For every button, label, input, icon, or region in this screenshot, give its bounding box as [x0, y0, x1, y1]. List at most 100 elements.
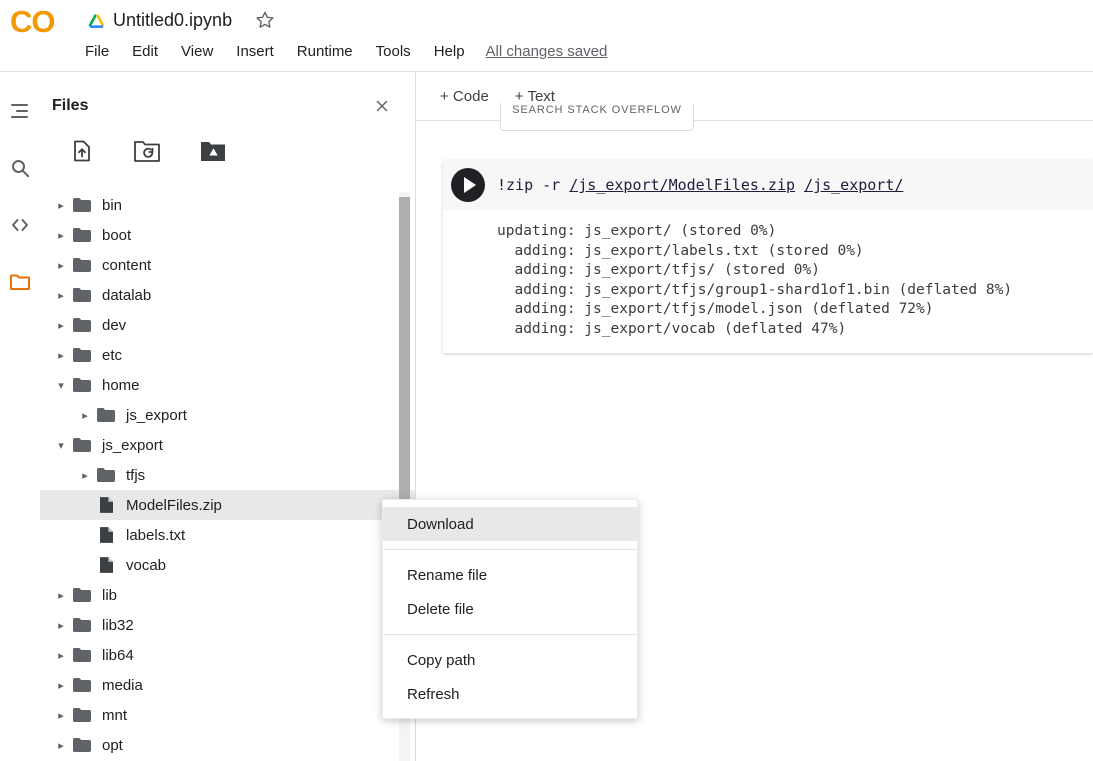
table-of-contents-icon[interactable]: [8, 99, 32, 123]
chevron-right-icon[interactable]: ▸: [50, 739, 72, 752]
star-outline-icon[interactable]: [254, 9, 276, 31]
folder-icon: [72, 345, 92, 365]
folder-icon: [72, 375, 92, 395]
chevron-right-icon[interactable]: ▸: [50, 709, 72, 722]
tree-item-content[interactable]: ▸ content: [40, 250, 415, 280]
colab-logo[interactable]: CO: [10, 4, 55, 40]
tree-item-lib64[interactable]: ▸ lib64: [40, 640, 415, 670]
output-line: adding: js_export/tfjs/model.json (defla…: [497, 300, 1093, 320]
chevron-right-icon[interactable]: ▸: [50, 289, 72, 302]
code-line: !zip -r /js_export/ModelFiles.zip /js_ex…: [497, 176, 903, 194]
context-menu-item-download[interactable]: Download: [383, 507, 637, 541]
chevron-right-icon[interactable]: ▸: [50, 589, 72, 602]
chevron-right-icon[interactable]: ▸: [74, 469, 96, 482]
tree-item-bin[interactable]: ▸bin: [40, 190, 415, 220]
upload-icon[interactable]: [70, 139, 94, 163]
run-cell-button[interactable]: [451, 168, 485, 202]
context-menu-item-rename-file[interactable]: Rename file: [383, 558, 637, 592]
menu-item-view[interactable]: View: [181, 43, 213, 60]
code-snippets-icon[interactable]: [8, 213, 32, 237]
chevron-right-icon[interactable]: ▸: [50, 619, 72, 632]
left-icon-rail: [0, 72, 40, 761]
search-icon[interactable]: [8, 156, 32, 180]
context-menu-item-delete-file[interactable]: Delete file: [383, 592, 637, 626]
add-code-button[interactable]: + Code: [440, 88, 489, 105]
folder-icon: [72, 315, 92, 335]
chevron-right-icon[interactable]: ▸: [50, 649, 72, 662]
folder-icon: [96, 405, 116, 425]
output-line: adding: js_export/labels.txt (stored 0%): [497, 242, 1093, 262]
tree-item-mnt[interactable]: ▸mnt: [40, 700, 415, 730]
folder-icon: [72, 645, 92, 665]
menu-item-tools[interactable]: Tools: [376, 43, 411, 60]
file-tree: ▸bin▸boot▸content▸datalab▸dev▸etc▾home▸j…: [40, 190, 415, 760]
tree-item-ModelFiles.zip[interactable]: ModelFiles.zip: [40, 490, 415, 520]
chevron-right-icon[interactable]: ▸: [50, 199, 72, 212]
folder-icon: [72, 225, 92, 245]
tree-item-label: lib64: [102, 647, 134, 664]
tree-item-lib[interactable]: ▸ lib: [40, 580, 415, 610]
tree-item-label: tfjs: [126, 467, 145, 484]
tree-item-label: content: [102, 257, 151, 274]
tree-item-js_export[interactable]: ▾js_export: [40, 430, 415, 460]
context-menu-item-copy-path[interactable]: Copy path: [383, 643, 637, 677]
tree-item-media[interactable]: ▸media: [40, 670, 415, 700]
menu-item-edit[interactable]: Edit: [132, 43, 158, 60]
files-panel-title: Files: [52, 97, 88, 115]
header: CO Untitled0.ipynb File Edit View Insert Run…: [0, 0, 1093, 72]
chevron-right-icon[interactable]: ▸: [50, 319, 72, 332]
notebook-title[interactable]: Untitled0.ipynb: [113, 10, 232, 31]
menu-items: File Edit View Insert Runtime Tools Help: [85, 43, 465, 60]
tree-item-vocab[interactable]: vocab: [40, 550, 415, 580]
refresh-folder-icon[interactable]: [134, 140, 160, 162]
chevron-right-icon[interactable]: ▸: [50, 349, 72, 362]
tree-item-label: opt: [102, 737, 123, 754]
tree-item-dev[interactable]: ▸dev: [40, 310, 415, 340]
tree-item-js_export[interactable]: ▸ js_export: [40, 400, 415, 430]
search-stack-overflow-clip: SEARCH STACK OVERFLOW: [500, 103, 694, 131]
code-path-link[interactable]: /js_export/ModelFiles.zip: [569, 176, 795, 194]
tree-item-boot[interactable]: ▸ boot: [40, 220, 415, 250]
tree-item-label: ModelFiles.zip: [126, 497, 222, 514]
tree-item-tfjs[interactable]: ▸ tfjs: [40, 460, 415, 490]
chevron-down-icon[interactable]: ▾: [50, 379, 72, 392]
tree-item-labels.txt[interactable]: labels.txt: [40, 520, 415, 550]
tree-item-datalab[interactable]: ▸datalab: [40, 280, 415, 310]
output-line: updating: js_export/ (stored 0%): [497, 222, 1093, 242]
mount-drive-icon[interactable]: [200, 140, 226, 162]
menu-item-file[interactable]: File: [85, 43, 109, 60]
tree-item-opt[interactable]: ▸ opt: [40, 730, 415, 760]
tree-item-lib32[interactable]: ▸lib32: [40, 610, 415, 640]
cell-code-area: !zip -r /js_export/ModelFiles.zip /js_ex…: [443, 160, 1093, 210]
files-icon[interactable]: [8, 270, 32, 294]
folder-icon: [72, 675, 92, 695]
chevron-right-icon[interactable]: ▸: [50, 259, 72, 272]
search-stack-overflow-button[interactable]: SEARCH STACK OVERFLOW: [500, 103, 694, 131]
code-cell: !zip -r /js_export/ModelFiles.zip /js_ex…: [443, 160, 1093, 353]
tree-item-label: js_export: [126, 407, 187, 424]
menu-item-runtime[interactable]: Runtime: [297, 43, 353, 60]
files-panel: Files ▸bin▸boot▸content▸datalab▸dev▸etc▾…: [40, 72, 415, 761]
folder-icon: [72, 705, 92, 725]
close-icon[interactable]: [373, 97, 391, 115]
tree-item-etc[interactable]: ▸etc: [40, 340, 415, 370]
files-panel-toolbar: [40, 116, 415, 164]
chevron-down-icon[interactable]: ▾: [50, 439, 72, 452]
context-menu-item-refresh[interactable]: Refresh: [383, 677, 637, 711]
tree-item-label: lib: [102, 587, 117, 604]
chevron-right-icon[interactable]: ▸: [74, 409, 96, 422]
chevron-right-icon[interactable]: ▸: [50, 679, 72, 692]
folder-icon: [72, 735, 92, 755]
tree-item-label: boot: [102, 227, 131, 244]
chevron-right-icon[interactable]: ▸: [50, 229, 72, 242]
menu-item-insert[interactable]: Insert: [236, 43, 274, 60]
folder-icon: [72, 435, 92, 455]
save-status[interactable]: All changes saved: [486, 43, 608, 60]
tree-item-home[interactable]: ▾home: [40, 370, 415, 400]
file-icon: [96, 525, 116, 545]
files-panel-header: Files: [40, 72, 415, 116]
add-text-button[interactable]: + Text: [515, 88, 555, 105]
menu-item-help[interactable]: Help: [434, 43, 465, 60]
folder-icon: [72, 195, 92, 215]
code-path-link[interactable]: /js_export/: [804, 176, 903, 194]
